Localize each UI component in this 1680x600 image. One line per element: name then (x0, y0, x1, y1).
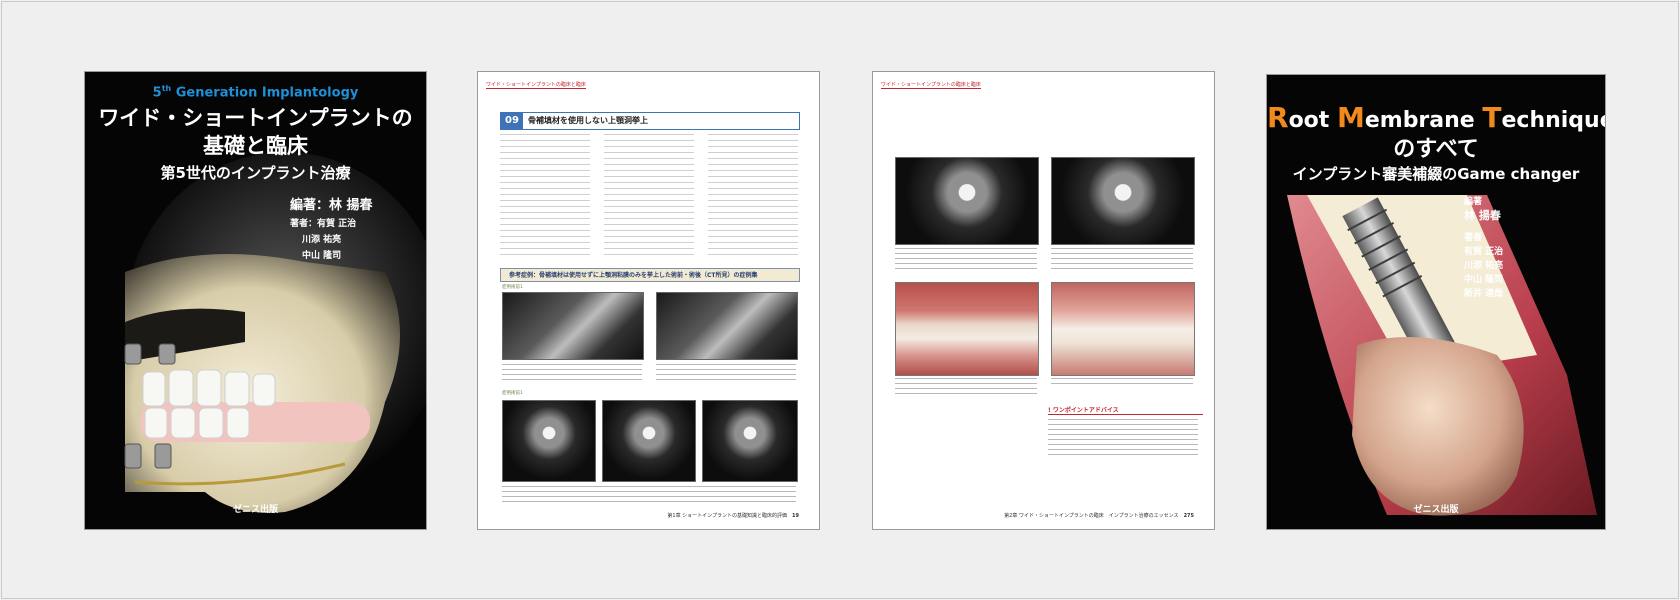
figure-label-pre: 症例術前1 (502, 285, 523, 290)
book-cover-root-membrane-technique[interactable]: Root Membrane Technique のすべて インプラント審美補綴の… (1267, 75, 1605, 529)
body-text-col1 (500, 134, 590, 260)
ct-image-3 (502, 400, 596, 482)
author-block: 編著 林 揚春 著者 有賀 正治 川添 祐亮 中山 隆司 新井 達哉 (1464, 197, 1504, 299)
author-block: 編著：林 揚春 著者：有賀 正治 川添 祐亮 中山 隆司 (290, 198, 373, 261)
body-text-col2 (604, 134, 694, 260)
book-title: Root Membrane Technique のすべて (1267, 101, 1605, 162)
exclamation-icon: ! (1048, 407, 1051, 414)
ct-image-2 (656, 292, 798, 360)
ct-image-7 (1051, 157, 1195, 245)
ct-image-6 (895, 157, 1039, 245)
book-subtitle: インプラント審美補綴のGame changer (1292, 165, 1580, 183)
figure-caption-8 (895, 378, 1037, 394)
body-text-col3 (708, 134, 798, 260)
figure-caption-3 (502, 486, 796, 502)
case-banner: 参考症例：骨補填材は使用せずに上顎洞粘膜のみを挙上した術前・術後（CT所見）の症… (500, 268, 800, 282)
sample-page-275[interactable]: ワイド・ショートインプラントの臨床と臨床 ! ワンポイントアドバイス 第2章 ワ… (873, 72, 1214, 529)
figure-label-post: 症例術前1 (502, 391, 523, 396)
sample-page-19[interactable]: ワイド・ショートインプラントの臨床と臨床 09 骨補填材を使用しない上顎洞挙上 … (478, 72, 819, 529)
page-footer: 第2章 ワイド・ショートインプラントの臨床 インプラント治療のエッセンス 275 (1004, 513, 1194, 519)
advice-text (1048, 419, 1198, 459)
header-rule (486, 88, 586, 89)
ct-image-1 (502, 292, 644, 360)
ct-image-5 (702, 400, 798, 482)
book-cover-wide-short-implant[interactable]: 5th Generation Implantology ワイド・ショートインプラ… (85, 72, 426, 529)
book-title: ワイド・ショートインプラントの 基礎と臨床 (98, 106, 413, 158)
clinical-photo-1 (895, 282, 1039, 376)
book-subtitle: 第5世代のインプラント治療 (160, 164, 351, 182)
publisher-label: ゼニス出版 (232, 505, 278, 515)
figure-caption-2 (656, 364, 796, 384)
running-header: ワイド・ショートインプラントの臨床と臨床 (486, 82, 586, 88)
ct-image-4 (602, 400, 696, 482)
section-heading: 09 骨補填材を使用しない上顎洞挙上 (500, 112, 800, 130)
publisher-label: ゼニス出版 (1413, 505, 1459, 515)
advice-box: ! ワンポイントアドバイス (1048, 405, 1203, 460)
page-footer: 第1章 ショートインプラントの基礎知識と臨床的評価 19 (667, 513, 799, 519)
clinical-photo-2 (1051, 282, 1195, 376)
series-label: 5th Generation Implantology (152, 84, 359, 101)
figure-caption-7 (1051, 248, 1193, 270)
header-rule (881, 88, 981, 89)
figure-caption-6 (895, 248, 1037, 270)
figure-caption-9 (1051, 378, 1193, 388)
running-header: ワイド・ショートインプラントの臨床と臨床 (881, 82, 981, 88)
figure-caption-1 (502, 364, 642, 384)
